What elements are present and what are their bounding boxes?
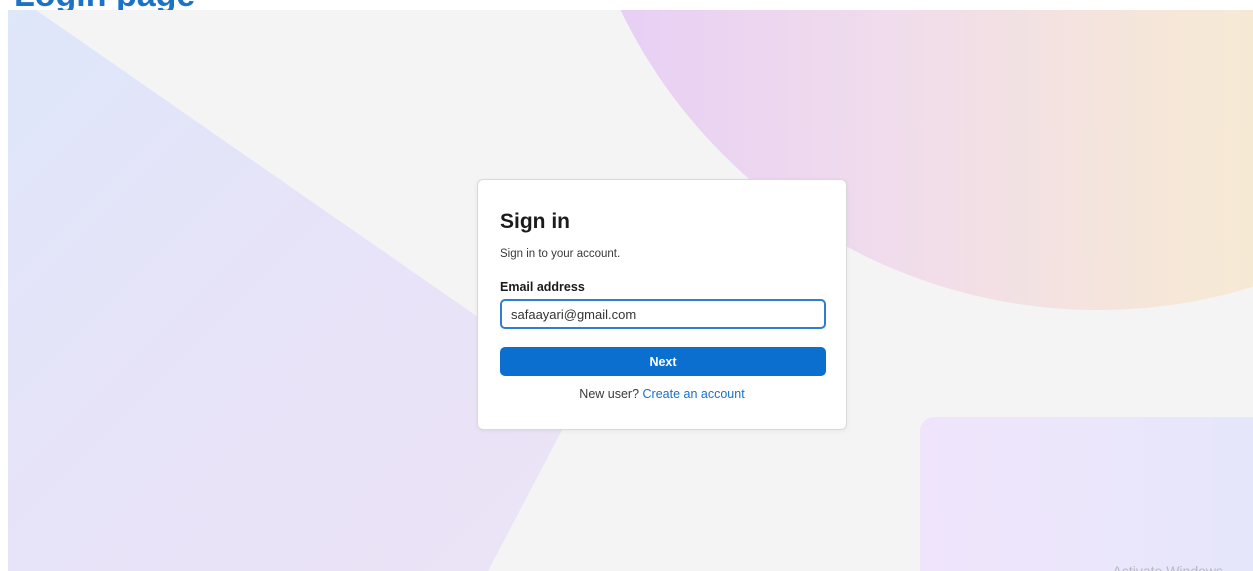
next-button[interactable]: Next xyxy=(500,347,826,376)
activation-watermark: Activate Windows xyxy=(1112,563,1223,571)
page-heading: Login page xyxy=(14,0,195,10)
new-user-text: New user? xyxy=(579,387,640,401)
background-bottom-right-shape xyxy=(920,417,1253,571)
create-account-link[interactable]: Create an account xyxy=(643,387,745,401)
signin-subtitle: Sign in to your account. xyxy=(500,248,621,260)
page-header: Login page xyxy=(0,0,1253,10)
signin-title: Sign in xyxy=(500,210,570,233)
email-input[interactable] xyxy=(500,299,826,329)
signup-row: New user? Create an account xyxy=(500,387,824,401)
email-label: Email address xyxy=(500,280,585,294)
signin-card: Sign in Sign in to your account. Email a… xyxy=(477,179,847,430)
